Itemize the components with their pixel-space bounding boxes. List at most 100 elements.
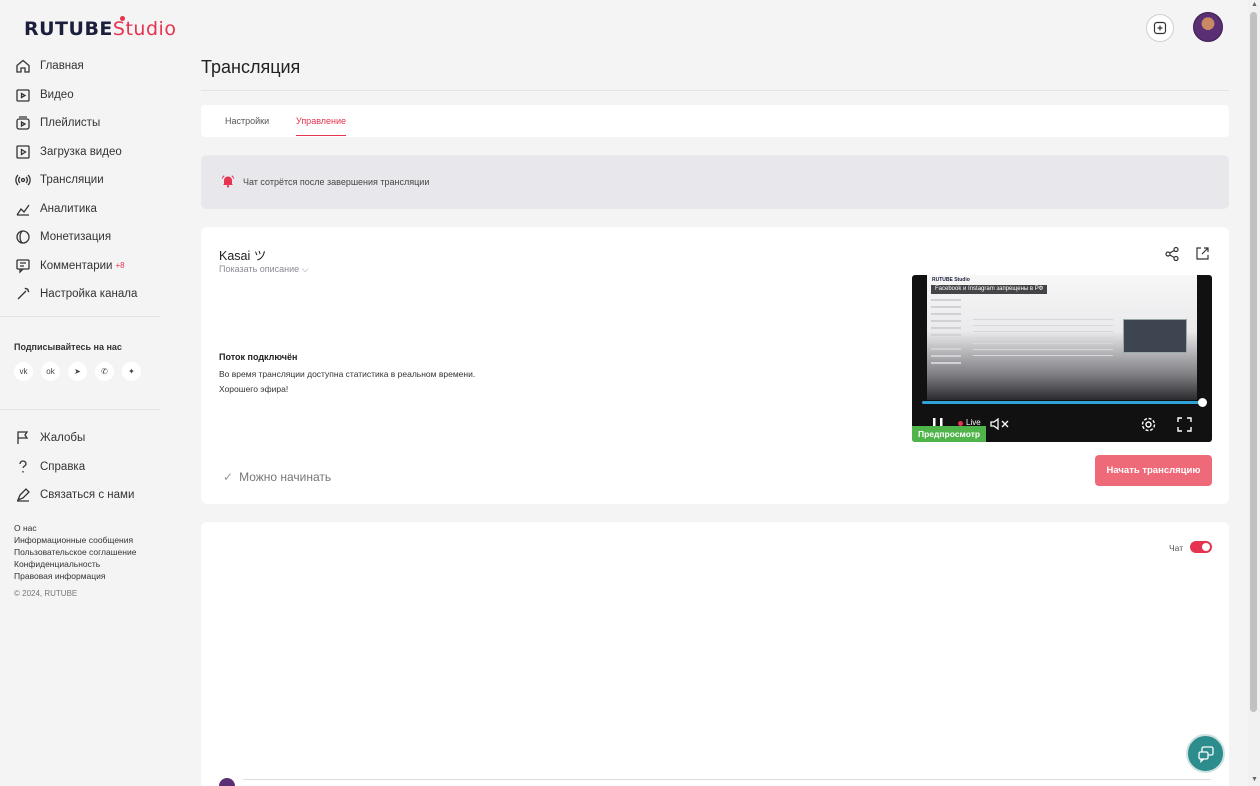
coin-icon (14, 229, 31, 246)
sidebar-item-playlists[interactable]: Плейлисты (14, 109, 164, 138)
sidebar-nav: Главная Видео Плейлисты Загрузка видео Т… (14, 52, 164, 309)
footer-link-legal[interactable]: Правовая информация (14, 570, 136, 582)
sidebar-item-label: Связаться с нами (40, 489, 135, 502)
analytics-icon (14, 200, 31, 217)
scroll-down-icon[interactable]: ▼ (1251, 776, 1258, 783)
footer-link-info[interactable]: Информационные сообщения (14, 534, 136, 546)
comments-badge: +8 (115, 261, 125, 271)
sidebar-item-video[interactable]: Видео (14, 81, 164, 110)
footer-links: О нас Информационные сообщения Пользоват… (14, 522, 136, 582)
logo-brand: RUTUBE (24, 18, 113, 40)
vk-icon[interactable]: vk (14, 362, 33, 381)
sidebar-item-label: Справка (40, 460, 86, 473)
chat-notice: Чат сотрётся после завершения трансляции (201, 155, 1229, 209)
add-video-icon (1153, 21, 1167, 35)
sidebar-item-label: Главная (40, 60, 84, 73)
sidebar-support: Жалобы Справка Связаться с нами (14, 424, 164, 510)
footer-link-privacy[interactable]: Конфиденциальность (14, 558, 136, 570)
bell-icon (221, 175, 235, 188)
page-scrollbar[interactable]: ▲ ▼ (1248, 0, 1260, 786)
mute-icon[interactable] (990, 417, 1012, 431)
chat-toggle[interactable] (1190, 541, 1212, 553)
progress-bar[interactable] (922, 401, 1203, 404)
sidebar-divider (0, 409, 160, 410)
create-button[interactable] (1146, 14, 1174, 42)
sidebar-item-analytics[interactable]: Аналитика (14, 195, 164, 224)
sidebar-item-contact[interactable]: Связаться с нами (14, 481, 164, 510)
support-chat-button[interactable] (1186, 734, 1225, 773)
logo-suffix: Studio (112, 18, 177, 40)
stream-name: Kasai ツ (219, 249, 267, 263)
show-description-label: Показать описание (219, 264, 300, 274)
sidebar-item-home[interactable]: Главная (14, 52, 164, 81)
playlist-icon (14, 115, 31, 132)
sidebar-item-label: Загрузка видео (40, 145, 122, 158)
mini-logo: RUTUBE Studio (932, 277, 970, 283)
stream-card: Kasai ツ Показать описание ⌵ Поток подклю… (201, 227, 1229, 504)
scroll-up-icon[interactable]: ▲ (1251, 1, 1258, 8)
status-line: Хорошего эфира! (219, 384, 289, 394)
tab-bar: Настройки Управление (201, 105, 1229, 137)
follow-title: Подписывайтесь на нас (14, 342, 122, 352)
logo-dot (120, 16, 125, 21)
preview-banner: Facebook и Instagram запрещены в РФ (931, 285, 1048, 294)
sidebar-item-monetization[interactable]: Монетизация (14, 223, 164, 252)
social-links: vk ok ➤ ✆ ✦ (14, 362, 141, 381)
sidebar-item-label: Трансляции (40, 174, 104, 187)
external-link-icon[interactable] (1195, 246, 1210, 261)
sidebar-item-comments[interactable]: Комментарии +8 (14, 252, 164, 281)
chat-input[interactable] (243, 779, 1211, 780)
chat-user-avatar (219, 778, 235, 786)
settings-icon[interactable] (1140, 416, 1157, 433)
rutube-studio-logo[interactable]: RUTUBEStudio (24, 16, 177, 40)
sidebar-item-help[interactable]: Справка (14, 453, 164, 482)
footer-link-terms[interactable]: Пользовательское соглашение (14, 546, 136, 558)
question-icon (14, 458, 31, 475)
sidebar-item-upload[interactable]: Загрузка видео (14, 138, 164, 167)
chat-toggle-label: Чат (1169, 543, 1184, 553)
status-description: Во время трансляции доступна статистика … (219, 367, 475, 397)
footer-link-about[interactable]: О нас (14, 522, 136, 534)
share-icon[interactable] (1164, 246, 1180, 262)
status-line: Во время трансляции доступна статистика … (219, 369, 476, 379)
fullscreen-icon[interactable] (1177, 417, 1192, 432)
sidebar-item-label: Комментарии (40, 259, 113, 272)
viber-icon[interactable]: ✆ (95, 362, 114, 381)
mini-content (973, 319, 1113, 359)
flag-icon (14, 430, 31, 447)
avatar[interactable] (1193, 12, 1223, 42)
contact-icon (14, 487, 31, 504)
chat-card: Чат (201, 522, 1229, 786)
home-icon (14, 58, 31, 75)
show-description-toggle[interactable]: Показать описание ⌵ (219, 264, 309, 275)
preview-screen: RUTUBE Studio Facebook и Instagram запре… (927, 275, 1197, 400)
progress-handle[interactable] (1198, 398, 1207, 407)
tab-settings[interactable]: Настройки (225, 116, 269, 126)
sidebar-item-label: Видео (40, 88, 74, 101)
plus-icon[interactable]: ✦ (122, 362, 141, 381)
start-broadcast-button[interactable]: Начать трансляцию (1095, 455, 1212, 486)
telegram-icon[interactable]: ➤ (68, 362, 87, 381)
tab-management[interactable]: Управление (296, 116, 347, 136)
sidebar-item-label: Монетизация (40, 231, 112, 244)
ok-icon[interactable]: ok (41, 362, 60, 381)
preview-label: Предпросмотр (912, 426, 987, 442)
comments-icon (14, 257, 31, 274)
video-icon (14, 86, 31, 103)
mini-sidebar (931, 299, 961, 369)
sidebar-item-channel-settings[interactable]: Настройка канала (14, 280, 164, 309)
scroll-thumb[interactable] (1250, 12, 1257, 712)
copyright: © 2024, RUTUBE (14, 589, 78, 598)
upload-icon (14, 143, 31, 160)
preview-player[interactable]: RUTUBE Studio Facebook и Instagram запре… (912, 275, 1212, 442)
sidebar-divider (0, 316, 160, 317)
notice-text: Чат сотрётся после завершения трансляции (243, 177, 430, 187)
sidebar-item-complaints[interactable]: Жалобы (14, 424, 164, 453)
check-icon: ✓ (223, 470, 234, 484)
mini-preview-box (1123, 319, 1187, 353)
sidebar-item-label: Жалобы (40, 432, 86, 445)
support-chat-icon (1197, 745, 1214, 763)
sidebar-item-broadcasts[interactable]: Трансляции (14, 166, 164, 195)
magic-wand-icon (14, 286, 31, 303)
broadcast-icon (14, 172, 31, 189)
